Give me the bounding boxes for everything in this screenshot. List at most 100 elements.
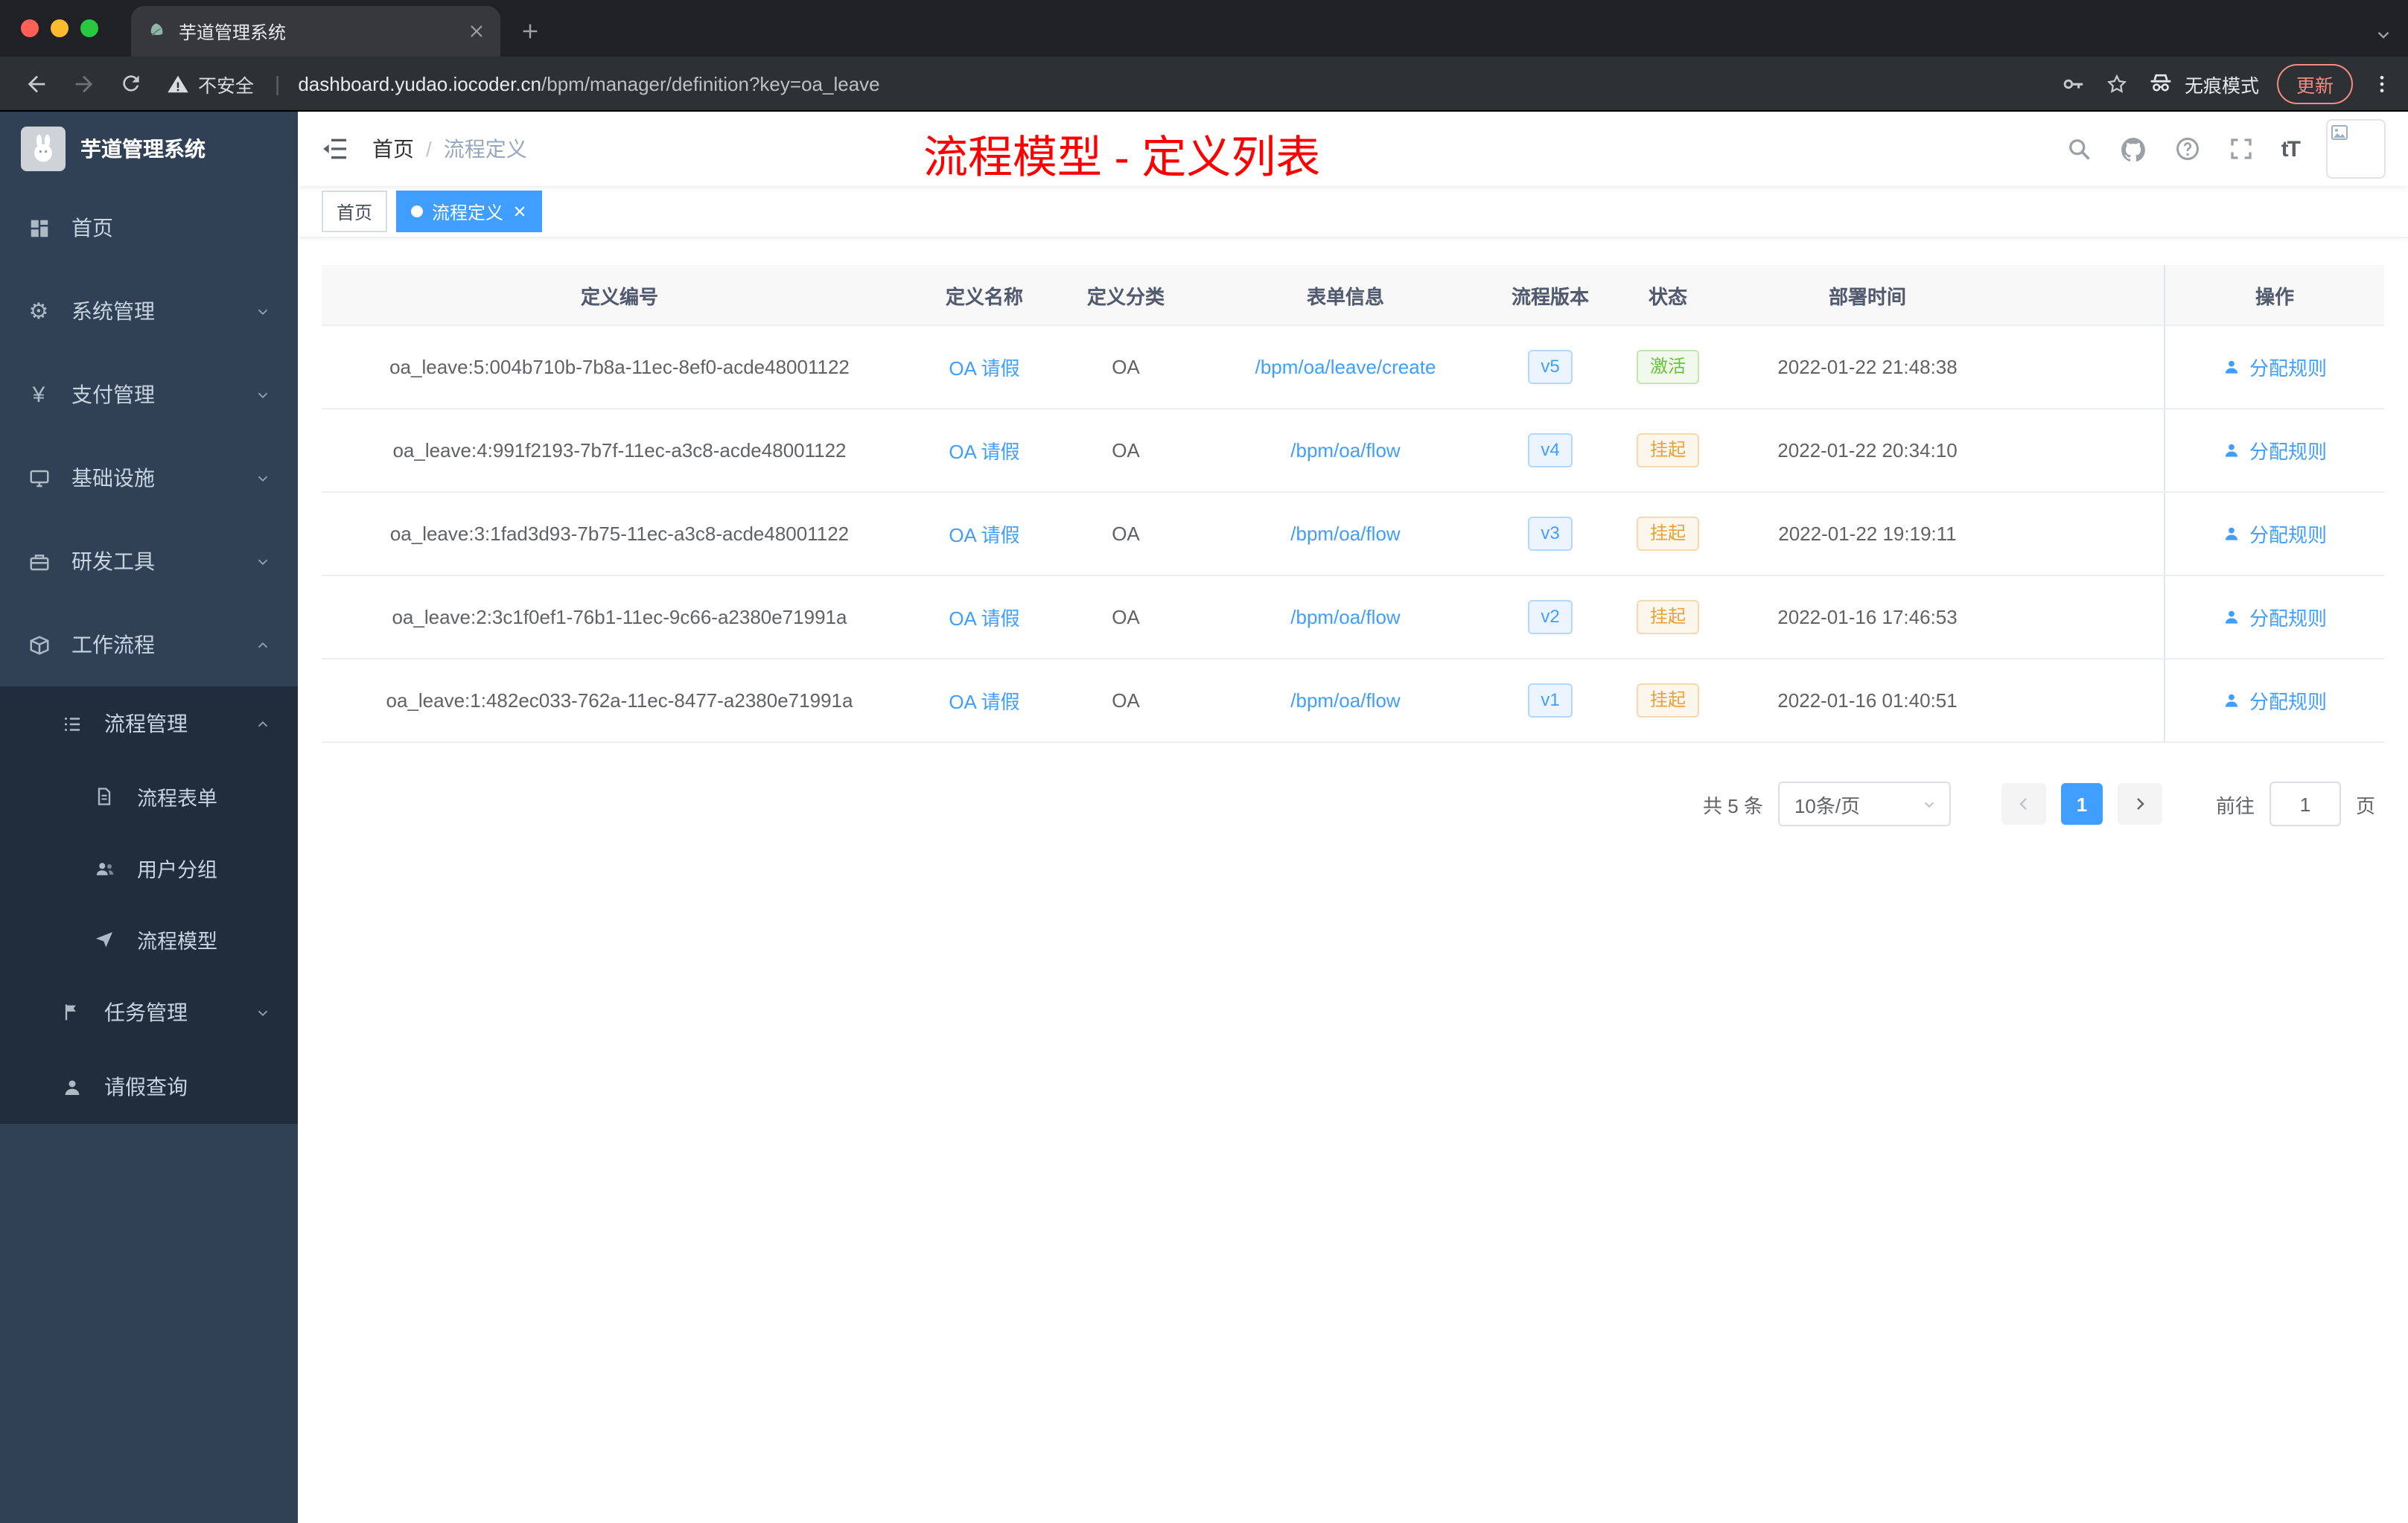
app-root: 芋道管理系统 首页 ⚙ 系统管理 ¥ 支付管理 基础设施 研发工具 工作流程 流… [0, 112, 2408, 1523]
hamburger-icon[interactable] [319, 132, 351, 165]
prev-page-button[interactable] [2001, 783, 2046, 825]
document-icon [92, 785, 116, 808]
list-icon [60, 712, 83, 735]
sidebar-item-process-mgmt[interactable]: 流程管理 [0, 686, 298, 761]
assign-rule-link[interactable]: 分配规则 [2223, 436, 2327, 464]
version-badge: v3 [1527, 517, 1573, 551]
assign-rule-link[interactable]: 分配规则 [2223, 520, 2327, 548]
form-link[interactable]: /bpm/oa/flow [1290, 606, 1400, 628]
url-separator: | [275, 71, 281, 95]
github-icon[interactable] [2119, 135, 2147, 163]
url-path: /bpm/manager/definition?key=oa_leave [541, 72, 880, 95]
incognito-icon [2150, 74, 2171, 92]
page-size-select[interactable]: 10条/页 [1777, 782, 1951, 826]
column-header: 定义编号 [580, 285, 658, 307]
user-icon [2226, 610, 2239, 624]
bookmark-star-icon[interactable] [2104, 71, 2130, 96]
status-badge: 挂起 [1636, 683, 1699, 718]
chevron-down-icon [1924, 801, 1934, 808]
sidebar-item-label: 请假查询 [104, 1075, 188, 1099]
definition-name-link[interactable]: OA 请假 [949, 691, 1019, 713]
form-link[interactable]: /bpm/oa/flow [1290, 439, 1400, 462]
tabstrip-chevron-icon[interactable] [2374, 25, 2393, 45]
sidebar-item-label: 基础设施 [71, 466, 155, 490]
form-link[interactable]: /bpm/oa/flow [1290, 689, 1400, 712]
browser-toolbar: 不安全 | dashboard.yudao.iocoder.cn /bpm/ma… [0, 57, 2408, 112]
sidebar-item-system[interactable]: ⚙ 系统管理 [0, 269, 298, 353]
column-header: 操作 [2164, 265, 2384, 325]
zoom-window-button[interactable] [80, 19, 98, 37]
update-button[interactable]: 更新 [2276, 63, 2353, 103]
tag-process-definition[interactable]: 流程定义 [396, 191, 543, 232]
user-icon [2226, 360, 2239, 374]
security-chip[interactable]: 不安全 | [167, 69, 292, 98]
definition-id: oa_leave:2:3c1f0ef1-76b1-11ec-9c66-a2380… [392, 606, 847, 628]
sidebar-menu: 首页 ⚙ 系统管理 ¥ 支付管理 基础设施 研发工具 工作流程 流程管理 流程表… [0, 186, 298, 1124]
table-row: oa_leave:2:3c1f0ef1-76b1-11ec-9c66-a2380… [322, 576, 2384, 660]
sidebar-item-process-model[interactable]: 流程模型 [0, 904, 298, 975]
chevron-down-icon [255, 553, 271, 569]
tag-close-icon[interactable] [512, 204, 527, 219]
column-header: 部署时间 [1828, 285, 1906, 307]
help-icon[interactable] [2174, 135, 2201, 162]
form-link[interactable]: /bpm/oa/leave/create [1255, 356, 1436, 378]
sidebar-item-home[interactable]: 首页 [0, 186, 298, 269]
active-tag-dot [411, 205, 424, 217]
tab-close-icon[interactable] [468, 22, 485, 40]
user-icon [2226, 444, 2239, 457]
column-header: 定义名称 [945, 285, 1023, 307]
reload-icon[interactable] [110, 63, 152, 104]
sidebar-item-label: 流程模型 [137, 930, 217, 953]
definition-name-link[interactable]: OA 请假 [949, 441, 1019, 463]
kebab-menu-icon[interactable] [2371, 72, 2393, 95]
close-window-button[interactable] [21, 19, 39, 37]
new-tab-button[interactable] [509, 10, 551, 52]
definition-name-link[interactable]: OA 请假 [949, 607, 1019, 630]
status-badge: 挂起 [1636, 517, 1699, 551]
fullscreen-icon[interactable] [2228, 135, 2255, 162]
back-icon[interactable] [15, 63, 57, 104]
assign-rule-link[interactable]: 分配规则 [2223, 353, 2327, 381]
sidebar-item-user-group[interactable]: 用户分组 [0, 832, 298, 904]
definition-name-link[interactable]: OA 请假 [949, 524, 1019, 546]
sidebar-logo[interactable]: 芋道管理系统 [0, 112, 298, 186]
sidebar-item-process-form[interactable]: 流程表单 [0, 761, 298, 832]
tag-home[interactable]: 首页 [322, 191, 388, 232]
sidebar-item-label: 任务管理 [104, 1000, 188, 1024]
current-page-button[interactable]: 1 [2060, 783, 2103, 825]
sidebar-item-devtools[interactable]: 研发工具 [0, 520, 298, 603]
font-size-icon[interactable]: tT [2281, 136, 2301, 162]
definition-table: 定义编号 定义名称 定义分类 表单信息 流程版本 状态 部署时间 操作 oa_l… [322, 265, 2384, 743]
user-avatar[interactable] [2326, 119, 2386, 179]
forward-icon[interactable] [63, 63, 104, 104]
yen-icon: ¥ [32, 382, 45, 407]
definition-category: OA [1112, 439, 1140, 462]
logo-avatar [21, 127, 66, 171]
sidebar-item-label: 系统管理 [71, 299, 155, 323]
table-row: oa_leave:4:991f2193-7b7f-11ec-a3c8-acde4… [322, 409, 2384, 493]
assign-rule-link[interactable]: 分配规则 [2223, 603, 2327, 631]
sidebar-item-task-mgmt[interactable]: 任务管理 [0, 975, 298, 1050]
next-page-button[interactable] [2117, 783, 2162, 825]
favicon [146, 21, 167, 42]
address-bar[interactable]: dashboard.yudao.iocoder.cn /bpm/manager/… [298, 72, 2037, 95]
sidebar-item-workflow[interactable]: 工作流程 [0, 603, 298, 686]
deploy-time: 2022-01-16 17:46:53 [1777, 606, 1958, 628]
page-unit-label: 页 [2355, 794, 2375, 817]
browser-tab[interactable]: 芋道管理系统 [131, 6, 500, 57]
sidebar-item-infra[interactable]: 基础设施 [0, 436, 298, 520]
sidebar-item-leave-query[interactable]: 请假查询 [0, 1050, 298, 1124]
key-icon[interactable] [2061, 71, 2086, 96]
search-icon[interactable] [2065, 135, 2092, 162]
minimize-window-button[interactable] [51, 19, 69, 37]
deploy-time: 2022-01-22 21:48:38 [1777, 356, 1958, 378]
assign-rule-link[interactable]: 分配规则 [2223, 686, 2327, 715]
breadcrumb-home[interactable]: 首页 [372, 134, 414, 164]
chevron-up-icon [255, 715, 271, 732]
goto-page-input[interactable] [2269, 782, 2341, 826]
pagination: 共 5 条 10条/页 1 前往 页 [322, 782, 2384, 826]
form-link[interactable]: /bpm/oa/flow [1290, 523, 1400, 545]
sidebar-item-payment[interactable]: ¥ 支付管理 [0, 353, 298, 436]
app-title: 芋道管理系统 [80, 137, 206, 161]
definition-name-link[interactable]: OA 请假 [949, 357, 1019, 380]
